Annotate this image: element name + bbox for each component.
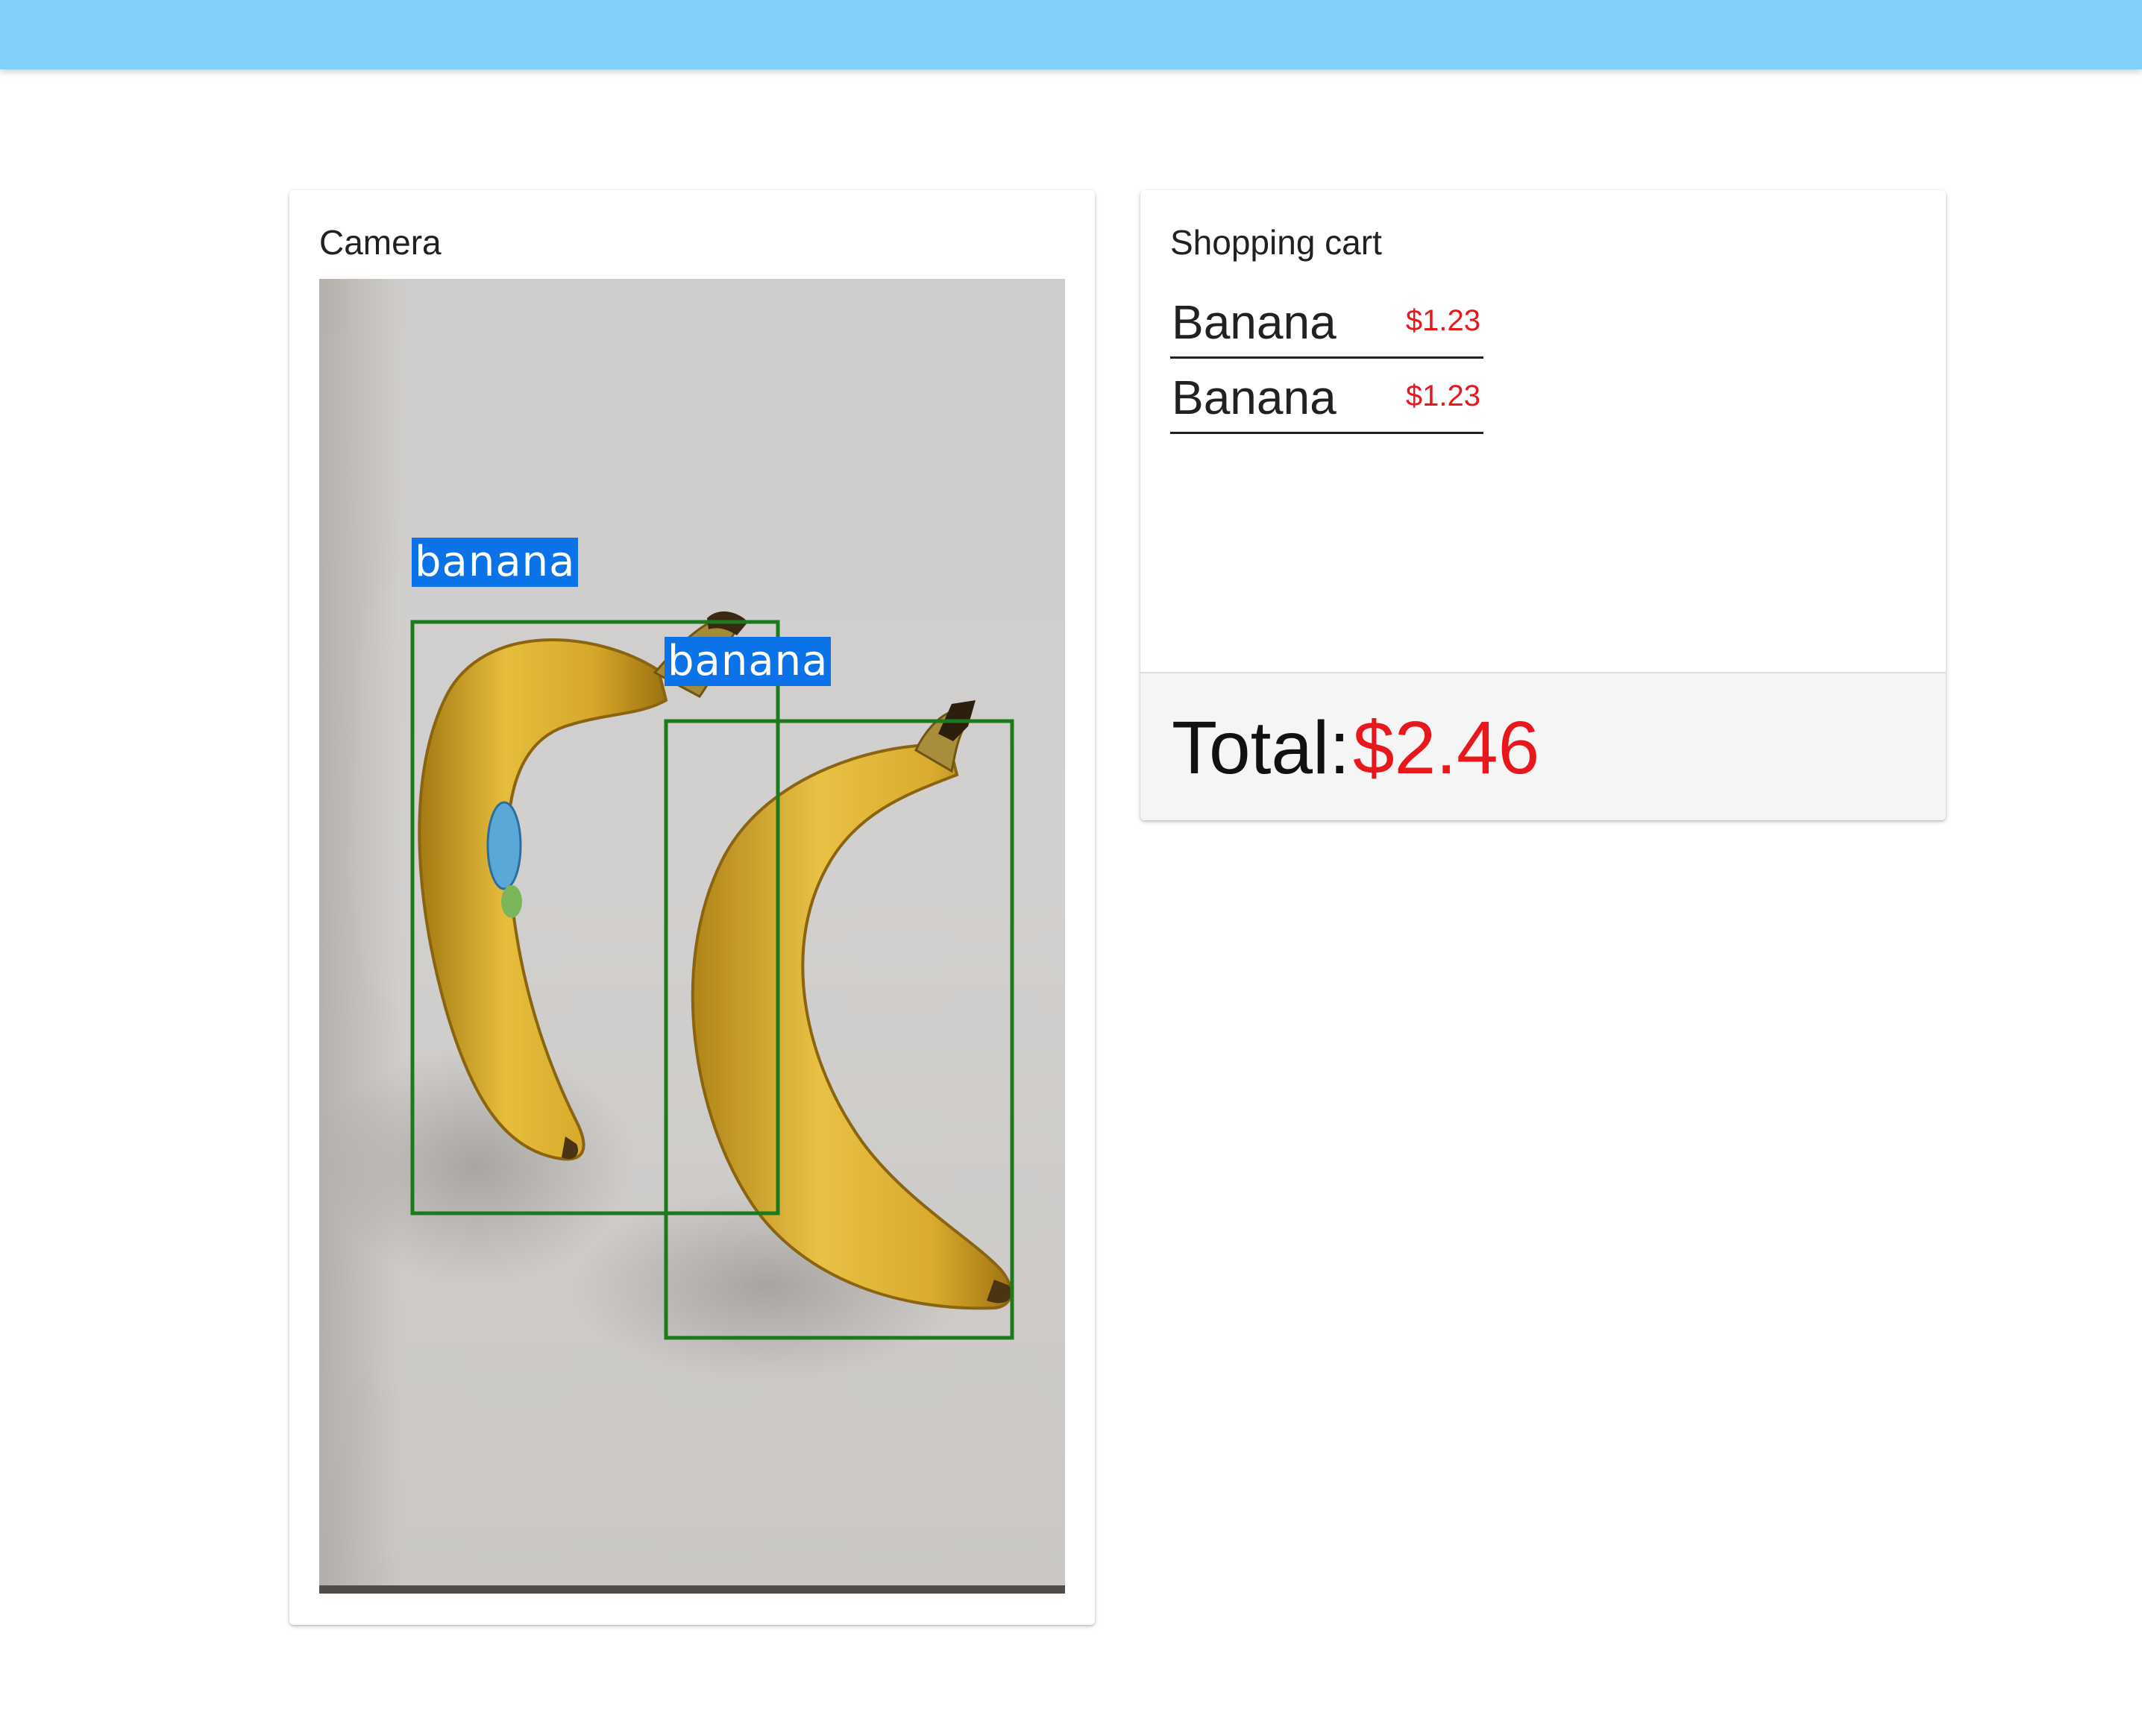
cart-total-footer: Total: $2.46 <box>1140 672 1946 820</box>
total-label: Total: <box>1172 706 1351 790</box>
shopping-cart-card: Shopping cart Banana $1.23 Banana $1.23 … <box>1140 190 1946 820</box>
cart-item-price: $1.23 <box>1405 304 1480 337</box>
list-item[interactable]: Banana $1.23 <box>1170 359 1483 434</box>
detection-label-1: banana <box>412 538 579 587</box>
detection-label-2: banana <box>665 637 832 686</box>
cart-item-price: $1.23 <box>1405 380 1480 412</box>
top-app-bar <box>0 0 2142 69</box>
total-value: $2.46 <box>1353 706 1540 790</box>
camera-feed: banana banana <box>319 279 1065 1594</box>
cart-item-list: Banana $1.23 Banana $1.23 <box>1170 283 1483 434</box>
cart-title: Shopping cart <box>1170 223 1382 262</box>
cart-item-name: Banana <box>1172 371 1337 424</box>
list-item[interactable]: Banana $1.23 <box>1170 283 1483 359</box>
cart-item-name: Banana <box>1172 295 1337 349</box>
camera-title: Camera <box>319 223 442 262</box>
camera-card: Camera banana banana <box>289 190 1095 1625</box>
camera-frame-image <box>319 279 1065 1594</box>
